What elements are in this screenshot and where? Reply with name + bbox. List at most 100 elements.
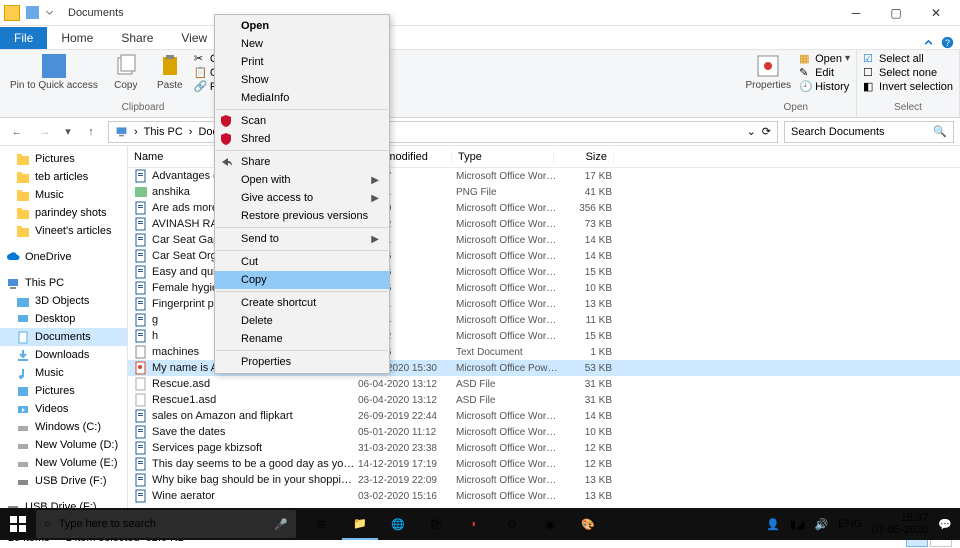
close-button[interactable]: ✕ — [916, 0, 956, 26]
copy-button[interactable]: Copy — [106, 52, 146, 93]
forward-button[interactable]: → — [34, 121, 56, 143]
file-row[interactable]: Rescue.asd06-04-2020 13:12ASD File31 KB — [128, 376, 960, 392]
taskbar-chrome[interactable]: ◉ — [532, 508, 568, 540]
menu-item[interactable]: Open with▶ — [215, 171, 389, 189]
sidebar-item[interactable]: Windows (C:) — [0, 418, 127, 436]
breadcrumb-pc[interactable]: This PC — [144, 126, 183, 138]
sidebar-item[interactable]: teb articles — [0, 168, 127, 186]
properties-button[interactable]: Properties — [741, 52, 795, 93]
menu-item[interactable]: Restore previous versions — [215, 207, 389, 225]
menu-item[interactable]: Shred — [215, 130, 389, 148]
tray-date[interactable]: 07-05-2020 — [872, 524, 928, 536]
file-row[interactable]: Why bike bag should be in your shopping … — [128, 472, 960, 488]
search-input[interactable]: Search Documents 🔍 — [784, 121, 954, 143]
recent-dropdown[interactable]: ▾ — [62, 121, 74, 143]
taskbar-settings[interactable]: ⚙ — [494, 508, 530, 540]
tab-home[interactable]: Home — [47, 27, 107, 49]
edit-button[interactable]: ✎Edit — [799, 66, 850, 79]
sidebar-item[interactable]: New Volume (D:) — [0, 436, 127, 454]
sidebar-item[interactable]: Desktop — [0, 310, 127, 328]
sidebar-item[interactable]: Documents — [0, 328, 127, 346]
sidebar-item[interactable]: This PC — [0, 274, 127, 292]
menu-item[interactable]: MediaInfo — [215, 89, 389, 107]
menu-item: Create shortcut — [215, 294, 389, 312]
sidebar-item[interactable]: Pictures — [0, 150, 127, 168]
taskbar-search[interactable]: ○ Type here to search 🎤 — [36, 510, 296, 538]
file-icon — [134, 249, 148, 263]
menu-item[interactable]: Open — [215, 17, 389, 35]
sidebar-item[interactable]: New Volume (E:) — [0, 454, 127, 472]
address-dropdown-icon[interactable]: ⌄ — [747, 125, 756, 138]
qat-dropdown-icon[interactable] — [43, 6, 56, 19]
maximize-button[interactable]: ▢ — [876, 0, 916, 26]
menu-item[interactable]: Scan — [215, 112, 389, 130]
tray-up-icon[interactable]: ˆ — [753, 518, 757, 530]
downloads-icon — [16, 348, 30, 362]
sidebar-item[interactable]: parindey shots — [0, 204, 127, 222]
menu-item[interactable]: Copy — [215, 271, 389, 289]
notifications-icon[interactable]: 💬 — [938, 518, 952, 531]
task-view-button[interactable]: ⊞ — [304, 508, 340, 540]
pin-quick-access-button[interactable]: Pin to Quick access — [6, 52, 102, 93]
file-icon — [134, 361, 148, 375]
file-row[interactable]: sales on Amazon and flipkart26-09-2019 2… — [128, 408, 960, 424]
refresh-icon[interactable]: ⟳ — [762, 125, 771, 138]
minimize-button[interactable]: ─ — [836, 0, 876, 26]
desktop-icon — [16, 312, 30, 326]
ribbon-collapse-icon[interactable] — [922, 36, 935, 49]
file-row[interactable]: Rescue1.asd06-04-2020 13:12ASD File31 KB — [128, 392, 960, 408]
tray-network-icon[interactable]: ▮◢ — [790, 518, 805, 531]
taskbar-edge[interactable]: 🌐 — [380, 508, 416, 540]
taskbar-explorer[interactable]: 📁 — [342, 508, 378, 540]
select-none-button[interactable]: ☐Select none — [863, 66, 953, 79]
up-button[interactable]: ↑ — [80, 121, 102, 143]
menu-item[interactable]: Print — [215, 53, 389, 71]
submenu-arrow-icon: ▶ — [371, 193, 379, 204]
paste-button[interactable]: Paste — [150, 52, 190, 93]
mic-icon[interactable]: 🎤 — [274, 518, 288, 531]
file-row[interactable]: Wine aerator03-02-2020 15:16Microsoft Of… — [128, 488, 960, 504]
file-icon — [134, 265, 148, 279]
invert-selection-button[interactable]: ◧Invert selection — [863, 80, 953, 93]
file-row[interactable]: Save the dates05-01-2020 11:12Microsoft … — [128, 424, 960, 440]
taskbar-store[interactable]: 🛍 — [418, 508, 454, 540]
taskbar-paint[interactable]: 🎨 — [570, 508, 606, 540]
tray-volume-icon[interactable]: 🔊 — [814, 518, 828, 531]
select-all-button[interactable]: ☑Select all — [863, 52, 953, 65]
start-button[interactable] — [0, 508, 36, 540]
sidebar-item[interactable]: Music — [0, 364, 127, 382]
sidebar-item[interactable]: USB Drive (F:) — [0, 472, 127, 490]
sidebar-item[interactable]: Music — [0, 186, 127, 204]
sidebar-item[interactable]: 3D Objects — [0, 292, 127, 310]
tray-people-icon[interactable]: 👤 — [766, 518, 780, 531]
qat-icon[interactable] — [26, 6, 39, 19]
history-button[interactable]: 🕘History — [799, 80, 850, 93]
file-row[interactable]: Services page kbizsoft31-03-2020 23:38Mi… — [128, 440, 960, 456]
col-type[interactable]: Type — [452, 151, 554, 163]
menu-item[interactable]: Cut — [215, 253, 389, 271]
taskbar-mcafee[interactable]: ◗ — [456, 508, 492, 540]
tab-file[interactable]: File — [0, 27, 47, 49]
sidebar-item[interactable]: Pictures — [0, 382, 127, 400]
tray-lang[interactable]: ENG — [838, 518, 862, 530]
col-size[interactable]: Size — [554, 151, 614, 163]
address-box[interactable]: › This PC › Documents ⌄ ⟳ — [108, 121, 778, 143]
taskbar[interactable]: ○ Type here to search 🎤 ⊞ 📁 🌐 🛍 ◗ ⚙ ◉ 🎨 … — [0, 508, 960, 540]
back-button[interactable]: ← — [6, 121, 28, 143]
menu-item[interactable]: Delete — [215, 312, 389, 330]
cortana-icon: ○ — [44, 518, 51, 530]
menu-item[interactable]: Send to▶ — [215, 230, 389, 248]
file-row[interactable]: This day seems to be a good day as you m… — [128, 456, 960, 472]
sidebar-item[interactable]: Videos — [0, 400, 127, 418]
sidebar-item[interactable]: OneDrive — [0, 248, 127, 266]
menu-item[interactable]: Show — [215, 71, 389, 89]
menu-item[interactable]: Share — [215, 153, 389, 171]
tab-share[interactable]: Share — [107, 27, 167, 49]
navigation-pane[interactable]: Picturesteb articlesMusicparindey shotsV… — [0, 146, 128, 526]
tray-time[interactable]: 15:37 — [872, 512, 928, 524]
open-ribbon-button[interactable]: ▦Open ▾ — [799, 52, 850, 65]
help-icon[interactable]: ? — [941, 36, 954, 49]
sidebar-item[interactable]: Downloads — [0, 346, 127, 364]
sidebar-item[interactable]: Vineet's articles — [0, 222, 127, 240]
menu-item[interactable]: New — [215, 35, 389, 53]
